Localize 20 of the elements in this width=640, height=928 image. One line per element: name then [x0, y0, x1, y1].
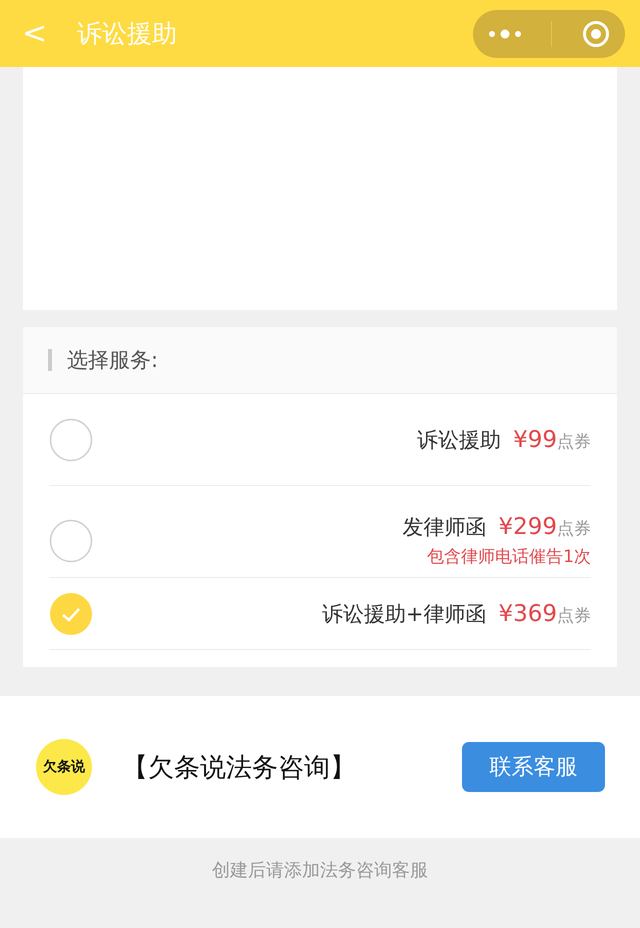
service-note: 包含律师电话催告1次 — [427, 546, 591, 568]
service-name: 诉讼援助 — [417, 426, 502, 454]
price-unit: 点券 — [557, 430, 591, 452]
price: ¥99 — [513, 426, 557, 452]
page-title: 诉讼援助 — [77, 18, 178, 50]
service-name: 诉讼援助+律师函 — [322, 600, 486, 628]
footer-hint: 创建后请添加法务咨询客服 — [212, 859, 428, 882]
price: ¥299 — [498, 514, 557, 540]
radio-button[interactable] — [49, 418, 93, 462]
section-title: 选择服务: — [67, 347, 158, 374]
more-icon[interactable] — [488, 28, 522, 38]
price-unit: 点券 — [557, 604, 591, 626]
radio-checked[interactable] — [49, 592, 93, 636]
contact-name: 【欠条说法务咨询】 — [122, 752, 356, 784]
service-name: 发律师函 — [402, 514, 486, 541]
price-unit: 点券 — [557, 518, 591, 540]
price: ¥369 — [498, 600, 557, 626]
contact-button[interactable]: 联系客服 — [462, 742, 605, 792]
logo-text: 欠条说 — [43, 758, 85, 776]
radio-button[interactable] — [49, 518, 93, 562]
